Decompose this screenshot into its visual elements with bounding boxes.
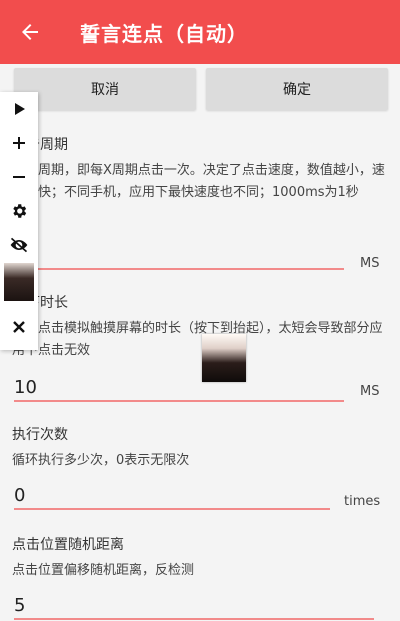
- page-title: 誓言连点（自动）: [80, 22, 248, 46]
- press-duration-unit: MS: [360, 384, 380, 399]
- press-duration-input[interactable]: 10: [14, 368, 344, 402]
- click-interval-description: 点击周期，即每X周期点击一次。决定了点击速度，数值越小，速度越快；不同手机，应用…: [12, 163, 385, 200]
- eye-off-icon[interactable]: [0, 228, 38, 262]
- click-interval-unit: MS: [360, 256, 380, 271]
- play-icon[interactable]: [0, 92, 38, 126]
- close-icon[interactable]: [0, 310, 38, 344]
- random-offset-description: 点击位置偏移随机距离，反检测: [12, 563, 195, 578]
- gear-icon[interactable]: [0, 194, 38, 228]
- thumbnail-image: [4, 263, 34, 301]
- photo-thumbnail[interactable]: [0, 262, 38, 302]
- confirm-button[interactable]: 确定: [206, 68, 388, 110]
- plus-icon[interactable]: [0, 126, 38, 160]
- app-bar: 誓言连点（自动）: [0, 0, 400, 64]
- floating-photo-thumbnail[interactable]: [202, 334, 246, 382]
- minus-icon[interactable]: [0, 160, 38, 194]
- click-interval-input[interactable]: 50: [14, 236, 344, 270]
- execute-count-input[interactable]: 0: [14, 476, 330, 510]
- random-offset-input[interactable]: 5: [14, 586, 374, 620]
- cancel-button[interactable]: 取消: [14, 68, 196, 110]
- execute-count-unit: times: [344, 494, 381, 509]
- execute-count-description: 循环执行多少次，0表示无限次: [12, 453, 190, 468]
- random-offset-title: 点击位置随机距离: [12, 537, 124, 553]
- arrow-left-icon[interactable]: [18, 20, 42, 44]
- execute-count-title: 执行次数: [12, 427, 68, 443]
- floating-toolbar: [0, 92, 38, 350]
